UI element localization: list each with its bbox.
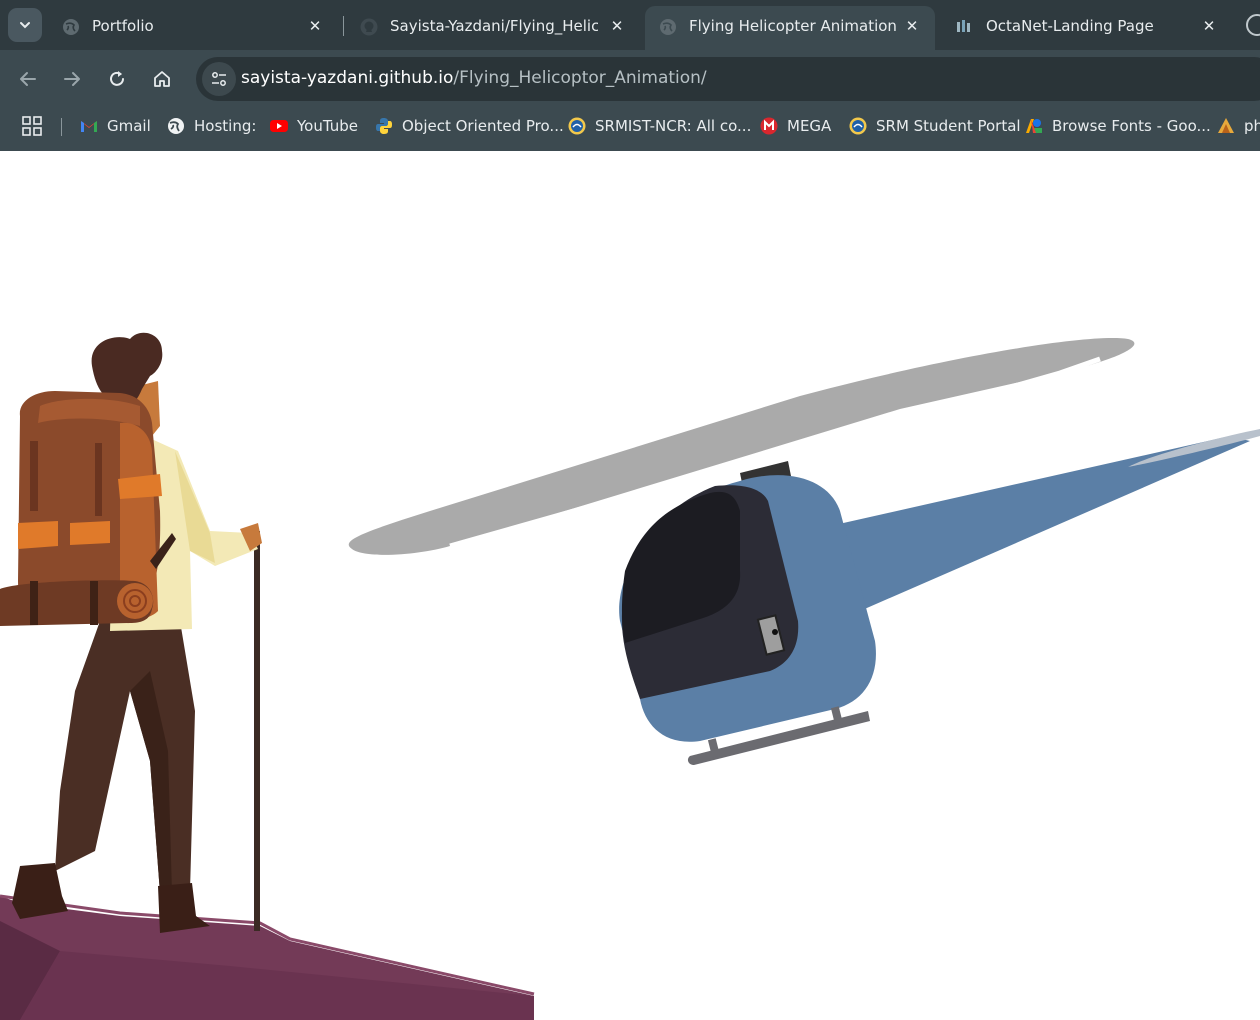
bookmark-ph[interactable]: ph (1217, 113, 1260, 139)
bedroll-end (117, 583, 153, 619)
tab-title: Portfolio (92, 17, 154, 35)
mega-icon (760, 117, 778, 135)
bookmark-object-oriented[interactable]: Object Oriented Pro... (375, 113, 564, 139)
tab-octanet[interactable]: OctaNet-Landing Page ✕ (942, 6, 1232, 50)
reload-button[interactable] (101, 63, 133, 95)
forward-arrow-icon (64, 72, 80, 86)
globe-icon (660, 19, 676, 35)
back-button[interactable] (12, 63, 44, 95)
tab-separator (343, 16, 344, 36)
bookmark-srmist-ncr[interactable]: SRMIST-NCR: All co... (568, 113, 751, 139)
cliff-rock (0, 894, 535, 1020)
bookmark-label: MEGA (787, 117, 832, 135)
bookmark-label: YouTube (297, 117, 358, 135)
address-bar[interactable]: sayista-yazdani.github.io/Flying_Helicop… (196, 57, 1260, 101)
bookmark-srm-student-portal[interactable]: SRM Student Portal (849, 113, 1021, 139)
close-tab-icon[interactable]: ✕ (901, 15, 923, 37)
phdr-icon (1218, 118, 1234, 133)
globe-icon (63, 19, 79, 35)
tab-title: Flying Helicopter Animation (689, 17, 897, 35)
tab-portfolio[interactable]: Portfolio ✕ (48, 6, 338, 50)
back-arrow-icon (20, 72, 36, 86)
forward-button[interactable] (56, 63, 88, 95)
github-icon (360, 18, 378, 36)
srm-icon (568, 117, 586, 135)
apps-grid-icon[interactable] (22, 116, 42, 136)
google-fonts-icon (1026, 119, 1042, 133)
walking-stick (254, 531, 260, 931)
chevron-down-icon (20, 22, 30, 29)
bookmark-label: Browse Fonts - Goo... (1052, 117, 1211, 135)
tab-flying-helicopter[interactable]: Flying Helicopter Animation ✕ (645, 6, 935, 50)
tune-icon (212, 72, 226, 86)
bookmark-label: ph (1244, 117, 1260, 135)
tab-title: Sayista-Yazdani/Flying_Helicopt (390, 17, 598, 35)
new-tab-button[interactable] (1246, 14, 1260, 36)
octanet-icon (957, 20, 970, 32)
bookmark-hosting[interactable]: Hosting: (167, 113, 256, 139)
url-host: sayista-yazdani.github.io (241, 68, 454, 88)
bookmark-youtube[interactable]: YouTube (270, 113, 358, 139)
python-icon (376, 118, 392, 134)
home-button[interactable] (146, 63, 178, 95)
bookmarks-bar: Gmail Hosting: YouTube Object Oriented P… (0, 108, 1260, 146)
tab-title: OctaNet-Landing Page (986, 17, 1154, 35)
bookmark-label: Hosting: (194, 117, 257, 135)
gmail-icon (81, 121, 97, 132)
bookmark-label: Gmail (107, 117, 151, 135)
bookmark-browse-fonts[interactable]: Browse Fonts - Goo... (1025, 113, 1211, 139)
tab-search-button[interactable] (8, 8, 42, 42)
site-info-button[interactable] (202, 62, 236, 96)
bookmarks-divider (61, 118, 62, 136)
browser-chrome: Portfolio ✕ Sayista-Yazdani/Flying_Helic… (0, 0, 1260, 151)
toolbar: sayista-yazdani.github.io/Flying_Helicop… (0, 50, 1260, 108)
animation-scene (0, 332, 1260, 1020)
reload-icon (110, 71, 124, 86)
bookmark-mega[interactable]: MEGA (760, 113, 831, 139)
globe-icon (168, 118, 184, 134)
tab-github[interactable]: Sayista-Yazdani/Flying_Helicopt ✕ (346, 6, 640, 50)
bookmark-label: Object Oriented Pro... (402, 117, 564, 135)
url-text[interactable]: sayista-yazdani.github.io/Flying_Helicop… (241, 68, 707, 88)
close-tab-icon[interactable]: ✕ (606, 15, 628, 37)
hiker-figure (0, 332, 262, 933)
url-path: /Flying_Helicoptor_Animation/ (453, 68, 707, 88)
bookmark-label: SRMIST-NCR: All co... (595, 117, 752, 135)
close-tab-icon[interactable]: ✕ (1198, 15, 1220, 37)
bookmark-gmail[interactable]: Gmail (80, 113, 151, 139)
tail-boom (830, 436, 1250, 611)
tab-strip: Portfolio ✕ Sayista-Yazdani/Flying_Helic… (0, 0, 1260, 50)
srm-icon (849, 117, 867, 135)
bookmark-label: SRM Student Portal (876, 117, 1021, 135)
close-tab-icon[interactable]: ✕ (304, 15, 326, 37)
home-icon (154, 71, 170, 87)
youtube-icon (270, 120, 288, 132)
helicopter (348, 338, 1260, 765)
